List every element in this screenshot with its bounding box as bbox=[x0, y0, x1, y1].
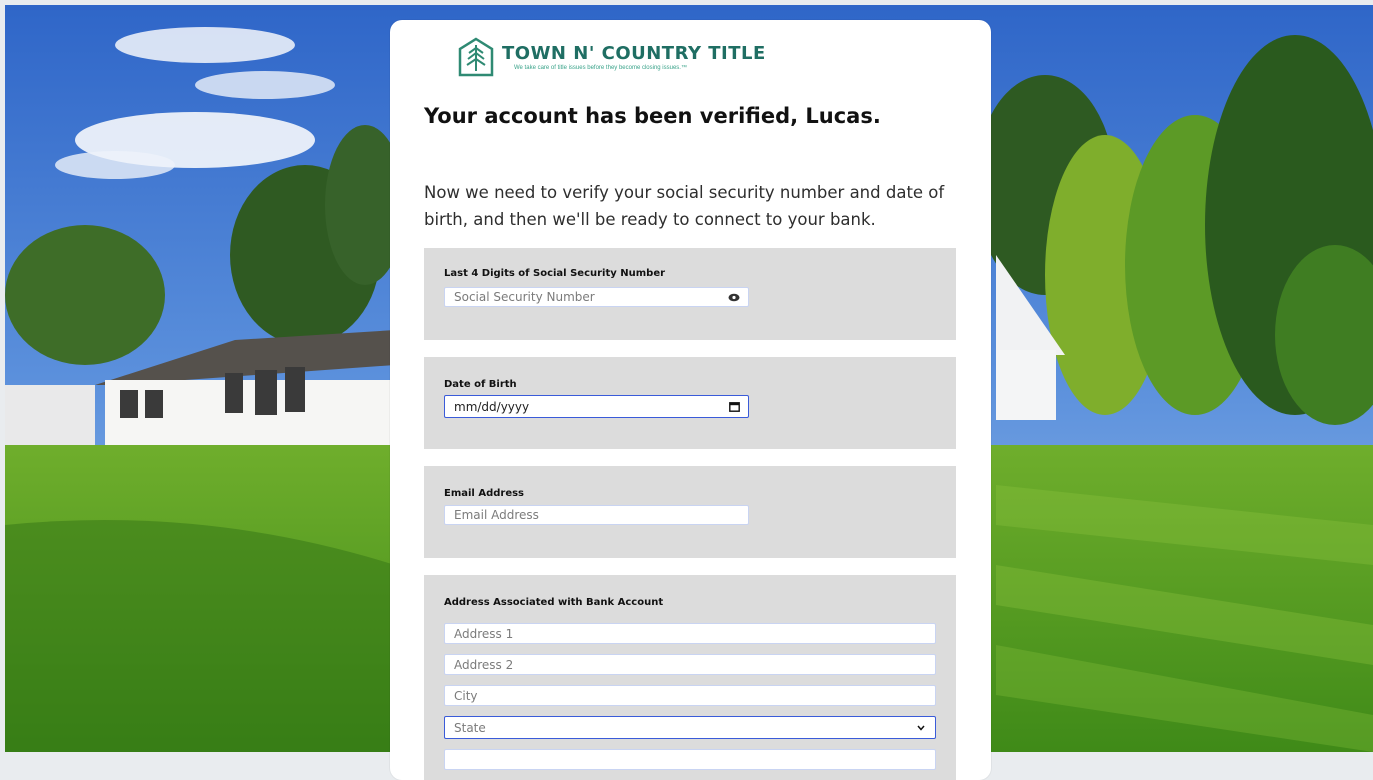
city-input[interactable]: City bbox=[444, 685, 936, 706]
eye-icon[interactable] bbox=[727, 290, 741, 304]
email-placeholder: Email Address bbox=[454, 508, 539, 522]
zip-input[interactable] bbox=[444, 749, 936, 770]
city-placeholder: City bbox=[454, 688, 478, 703]
address2-placeholder: Address 2 bbox=[454, 657, 514, 672]
address2-input[interactable]: Address 2 bbox=[444, 654, 936, 675]
intro-text: Now we need to verify your social securi… bbox=[424, 183, 945, 229]
address1-placeholder: Address 1 bbox=[454, 626, 514, 641]
address1-input[interactable]: Address 1 bbox=[444, 623, 936, 644]
address-panel: Address Associated with Bank Account Add… bbox=[424, 575, 956, 780]
ssn-input[interactable]: Social Security Number bbox=[444, 287, 749, 307]
state-select[interactable]: State bbox=[444, 716, 936, 739]
ssn-label: Last 4 Digits of Social Security Number bbox=[444, 268, 666, 279]
calendar-icon[interactable] bbox=[727, 400, 741, 414]
dob-input[interactable]: mm/dd/yyyy bbox=[444, 395, 749, 418]
dob-panel: Date of Birth mm/dd/yyyy bbox=[424, 357, 956, 449]
email-label: Email Address bbox=[444, 488, 525, 499]
tree-logo-icon bbox=[458, 37, 494, 77]
email-field[interactable]: Email Address bbox=[444, 505, 749, 525]
dob-value: mm/dd/yyyy bbox=[454, 399, 530, 414]
ssn-panel: Last 4 Digits of Social Security Number … bbox=[424, 248, 956, 340]
chevron-down-icon bbox=[914, 721, 928, 735]
dob-label: Date of Birth bbox=[444, 379, 517, 390]
brand-name: TOWN N' COUNTRY TITLE bbox=[502, 42, 766, 64]
brand-tagline: We take care of title issues before they… bbox=[514, 64, 687, 71]
state-selected: State bbox=[454, 720, 486, 735]
ssn-placeholder: Social Security Number bbox=[454, 290, 595, 304]
page-title: Your account has been verified, Lucas. bbox=[424, 104, 881, 128]
brand-logo: TOWN N' COUNTRY TITLE We take care of ti… bbox=[458, 36, 766, 78]
email-panel: Email Address Email Address bbox=[424, 466, 956, 558]
verification-card: TOWN N' COUNTRY TITLE We take care of ti… bbox=[390, 20, 991, 780]
address-label: Address Associated with Bank Account bbox=[444, 597, 664, 608]
